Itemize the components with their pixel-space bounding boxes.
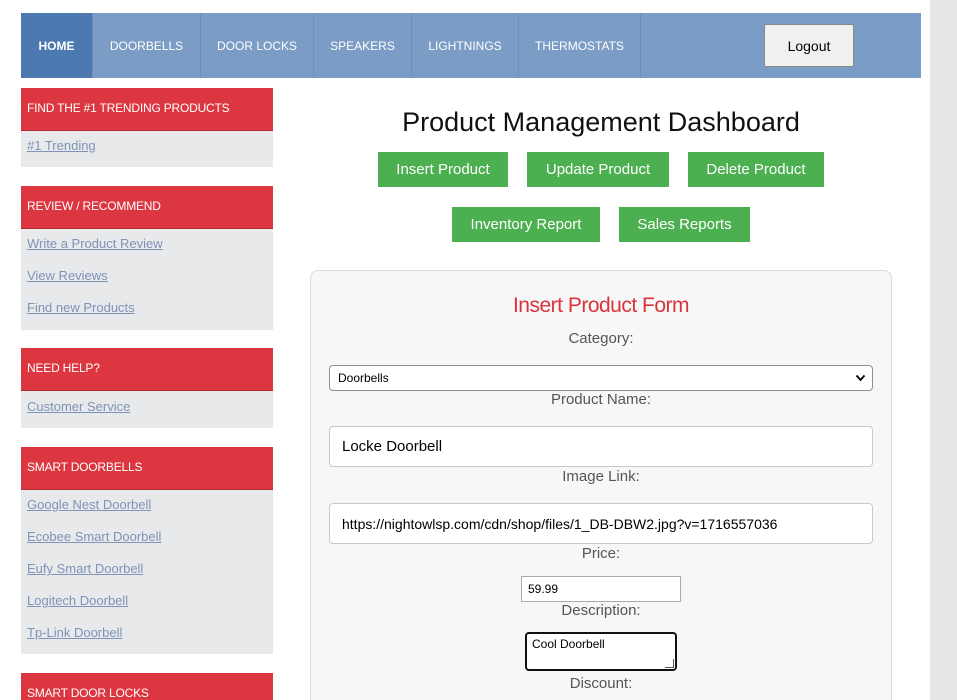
category-select[interactable]: Doorbells <box>329 365 873 391</box>
nav-doorbells[interactable]: DOORBELLS <box>93 13 201 78</box>
nav-thermostats[interactable]: THERMOSTATS <box>519 13 641 78</box>
nav-lightnings[interactable]: LIGHTNINGS <box>412 13 519 78</box>
category-value: Doorbells <box>338 371 389 385</box>
logout-button[interactable]: Logout <box>764 24 854 67</box>
sidebar-section-trending: FIND THE #1 TRENDING PRODUCTS #1 Trendin… <box>21 88 273 167</box>
sidebar-header: FIND THE #1 TRENDING PRODUCTS <box>21 88 273 131</box>
page: HOME DOORBELLS DOOR LOCKS SPEAKERS LIGHT… <box>0 0 930 700</box>
sidebar-link-view-reviews[interactable]: View Reviews <box>27 268 108 283</box>
insert-product-button[interactable]: Insert Product <box>378 152 508 187</box>
nav-home[interactable]: HOME <box>21 13 93 78</box>
top-nav: HOME DOORBELLS DOOR LOCKS SPEAKERS LIGHT… <box>21 13 921 78</box>
sidebar-header: SMART DOORBELLS <box>21 447 273 490</box>
image-link-label: Image Link: <box>562 468 640 485</box>
description-textarea[interactable]: Cool Doorbell <box>525 632 677 671</box>
sidebar-header: NEED HELP? <box>21 348 273 391</box>
sidebar-link-eufy[interactable]: Eufy Smart Doorbell <box>27 561 143 576</box>
update-product-button[interactable]: Update Product <box>527 152 669 187</box>
price-label: Price: <box>581 545 621 562</box>
sidebar-header: REVIEW / RECOMMEND <box>21 186 273 229</box>
sidebar-link-find-products[interactable]: Find new Products <box>27 300 135 315</box>
inventory-report-button[interactable]: Inventory Report <box>452 207 600 242</box>
delete-product-button[interactable]: Delete Product <box>688 152 824 187</box>
sidebar-section-review: REVIEW / RECOMMEND Write a Product Revie… <box>21 186 273 330</box>
sidebar-link-write-review[interactable]: Write a Product Review <box>27 236 163 251</box>
product-name-label: Product Name: <box>550 391 652 408</box>
sidebar-section-help: NEED HELP? Customer Service <box>21 348 273 428</box>
nav-speakers[interactable]: SPEAKERS <box>314 13 412 78</box>
category-label: Category: <box>568 330 634 347</box>
price-input[interactable]: 59.99 <box>521 576 681 602</box>
sidebar-section-smart-doorbells: SMART DOORBELLS Google Nest Doorbell Eco… <box>21 447 273 654</box>
product-name-input[interactable]: Locke Doorbell <box>329 426 873 467</box>
image-link-input[interactable]: https://nightowlsp.com/cdn/shop/files/1_… <box>329 503 873 544</box>
sidebar-header: SMART DOOR LOCKS <box>21 673 273 700</box>
sales-reports-button[interactable]: Sales Reports <box>619 207 750 242</box>
discount-label: Discount: <box>569 675 633 692</box>
sidebar-link-trending[interactable]: #1 Trending <box>27 138 96 153</box>
page-title: Product Management Dashboard <box>402 107 800 137</box>
description-value: Cool Doorbell <box>532 637 605 651</box>
sidebar-link-google-nest[interactable]: Google Nest Doorbell <box>27 497 151 512</box>
sidebar-link-customer-service[interactable]: Customer Service <box>27 399 130 414</box>
nav-door-locks[interactable]: DOOR LOCKS <box>201 13 314 78</box>
description-label: Description: <box>561 602 641 619</box>
form-title: Insert Product Form <box>512 294 690 317</box>
sidebar-section-door-locks: SMART DOOR LOCKS <box>21 673 273 700</box>
sidebar-link-tp-link[interactable]: Tp-Link Doorbell <box>27 625 122 640</box>
sidebar-link-ecobee[interactable]: Ecobee Smart Doorbell <box>27 529 161 544</box>
sidebar-link-logitech[interactable]: Logitech Doorbell <box>27 593 128 608</box>
insert-product-form: Insert Product Form Category: Doorbells … <box>310 270 892 700</box>
resize-handle-icon[interactable] <box>665 659 674 668</box>
